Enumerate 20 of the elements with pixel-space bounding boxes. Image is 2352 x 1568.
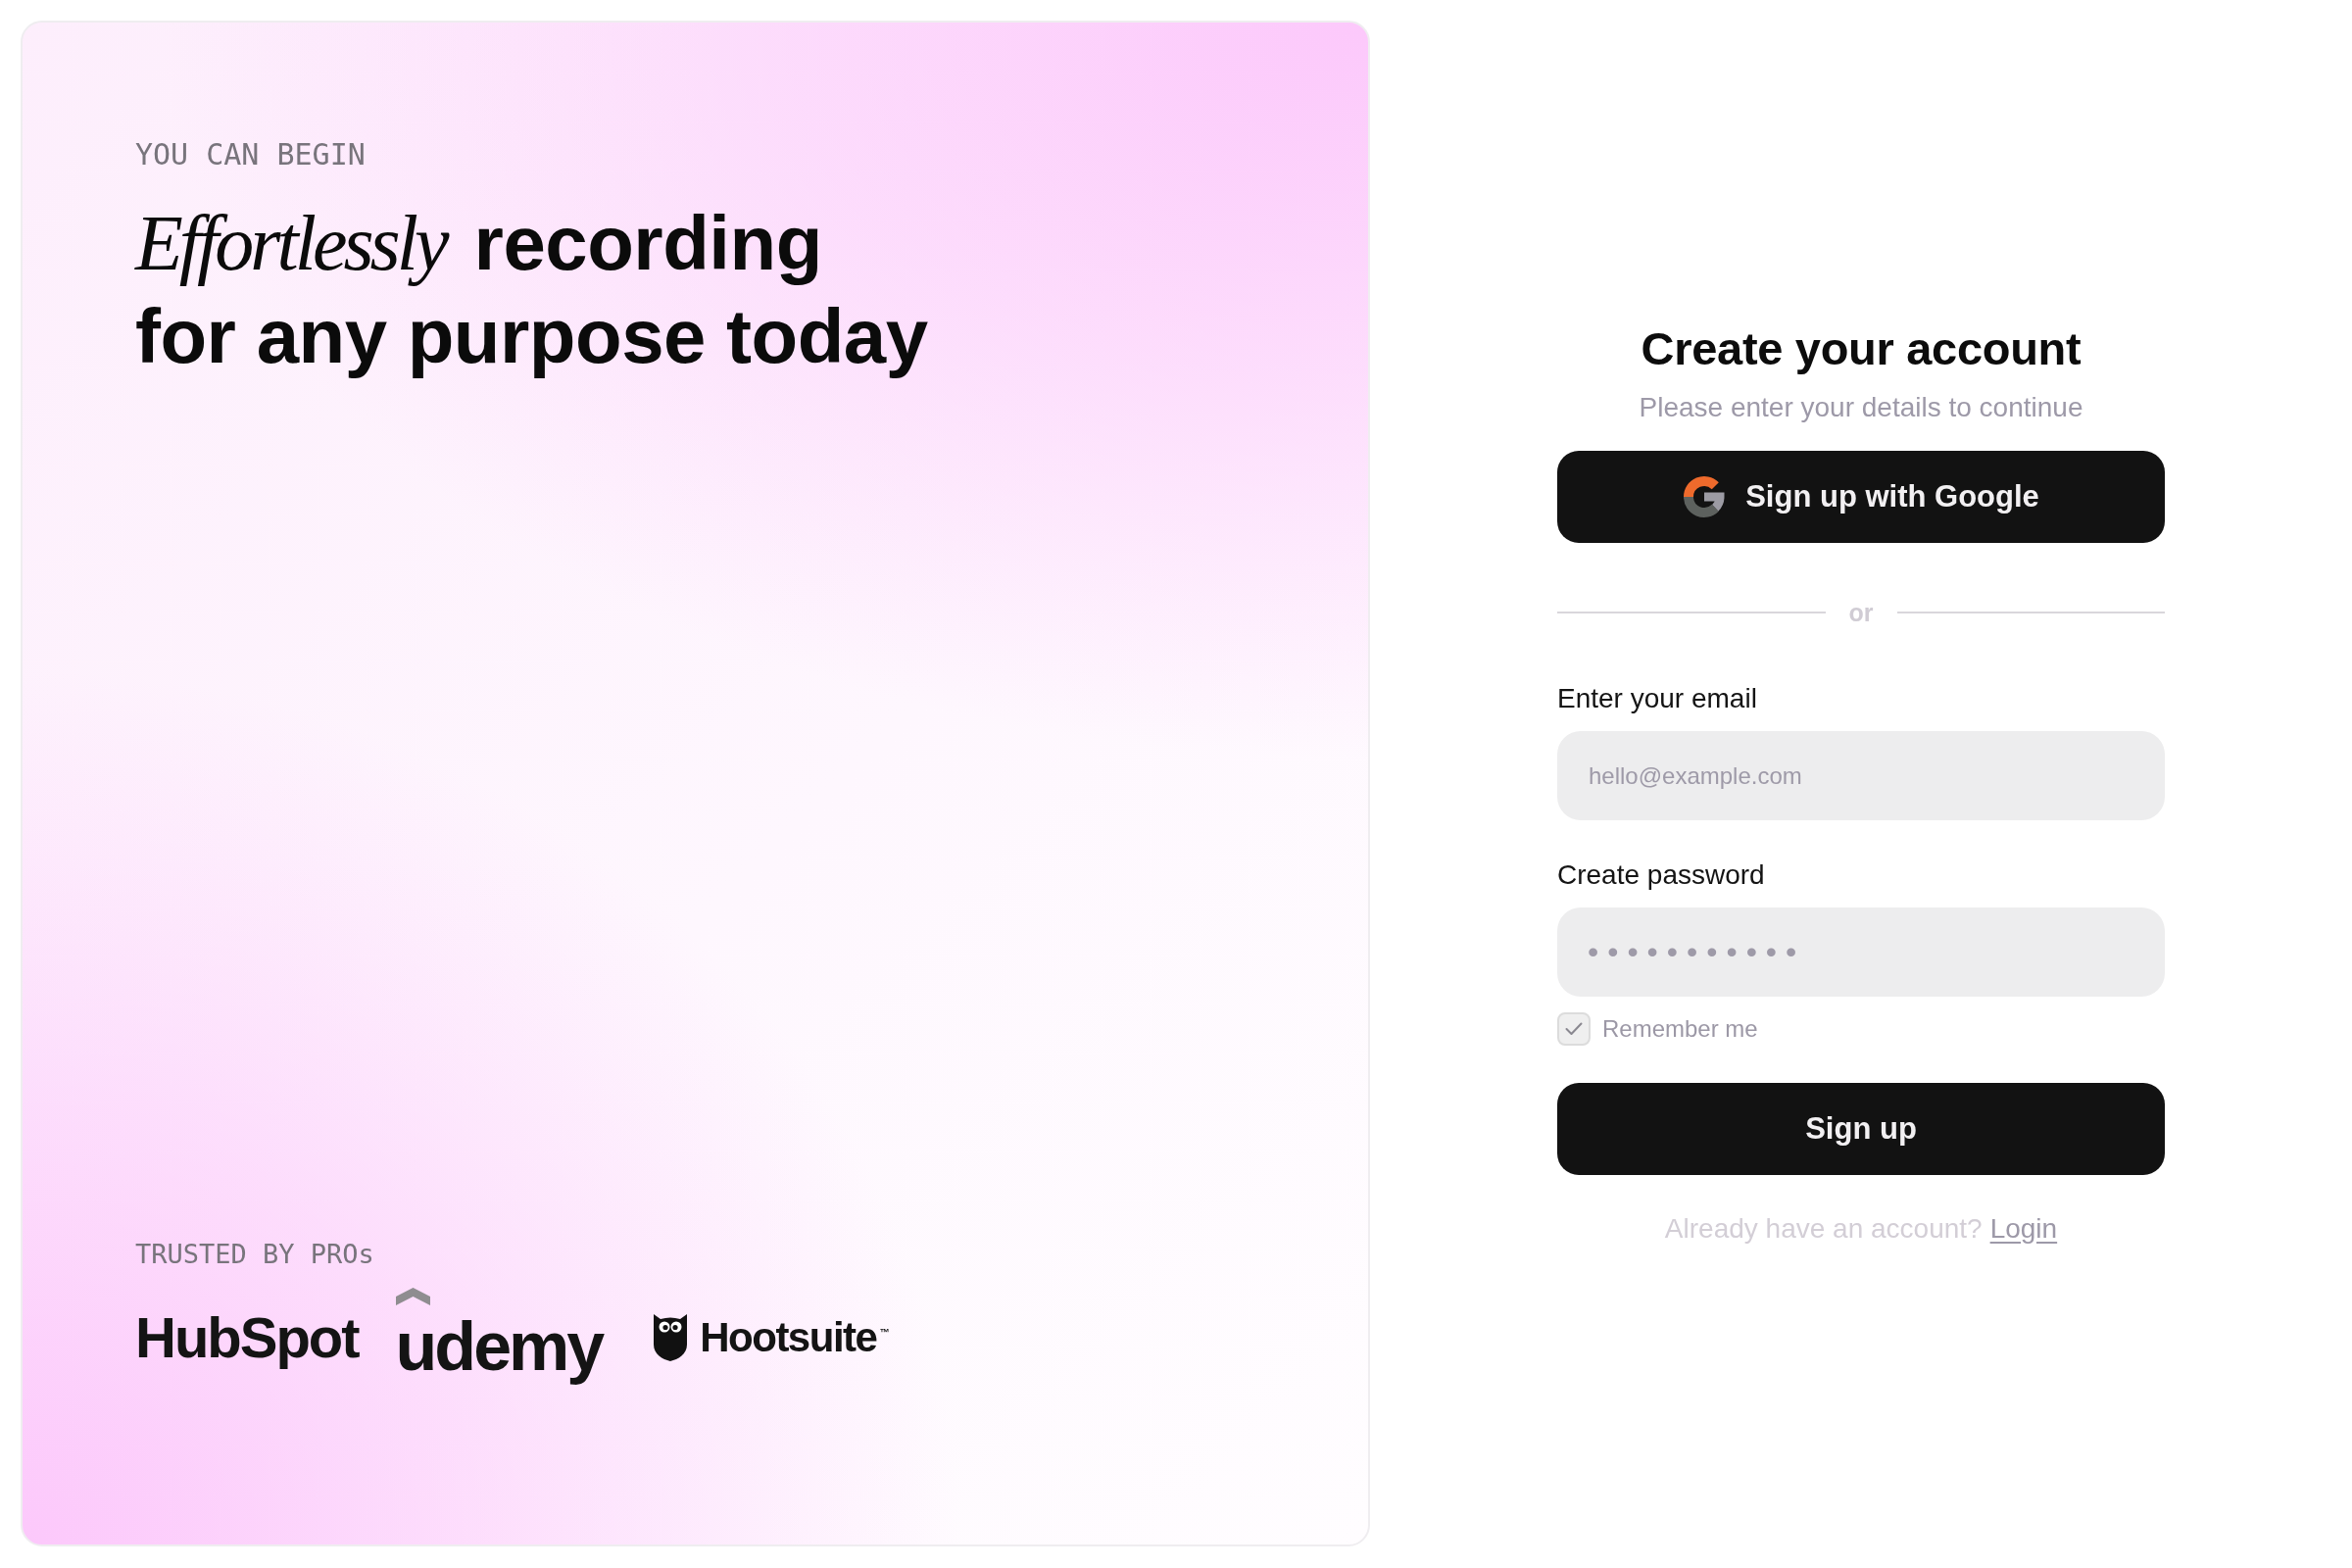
signup-button[interactable]: Sign up — [1557, 1083, 2165, 1175]
logo-wordmark: udemy — [395, 1307, 605, 1387]
field-label: Create password — [1557, 858, 1765, 892]
eyebrow-label: YOU CAN BEGIN — [135, 137, 367, 172]
field-label: Enter your email — [1557, 682, 1757, 715]
email-field[interactable]: hello@example.com — [1557, 731, 2165, 820]
g-logo-icon — [1683, 475, 1727, 518]
google-signup-button[interactable]: Sign up with Google — [1557, 451, 2165, 543]
logo-wordmark: HubSpot — [135, 1304, 359, 1372]
form-title: Create your account — [1640, 321, 2082, 376]
headline: Effortlessly recording for any purpose today — [135, 199, 929, 381]
logo-wordmark: Hootsuite$^{™}$ — [700, 1312, 890, 1362]
checkbox[interactable] — [1557, 1012, 1591, 1046]
form-subtitle: Please enter your details to continue — [1638, 392, 2084, 423]
check-icon — [1565, 1022, 1583, 1036]
trust-label: TRUSTED BY PROs — [135, 1239, 375, 1270]
password-field[interactable]: ••••••••••• — [1557, 907, 2165, 997]
chevron-icon — [395, 1288, 430, 1305]
owl-icon — [653, 1313, 689, 1362]
checkbox-label: Remember me — [1602, 1014, 1758, 1044]
